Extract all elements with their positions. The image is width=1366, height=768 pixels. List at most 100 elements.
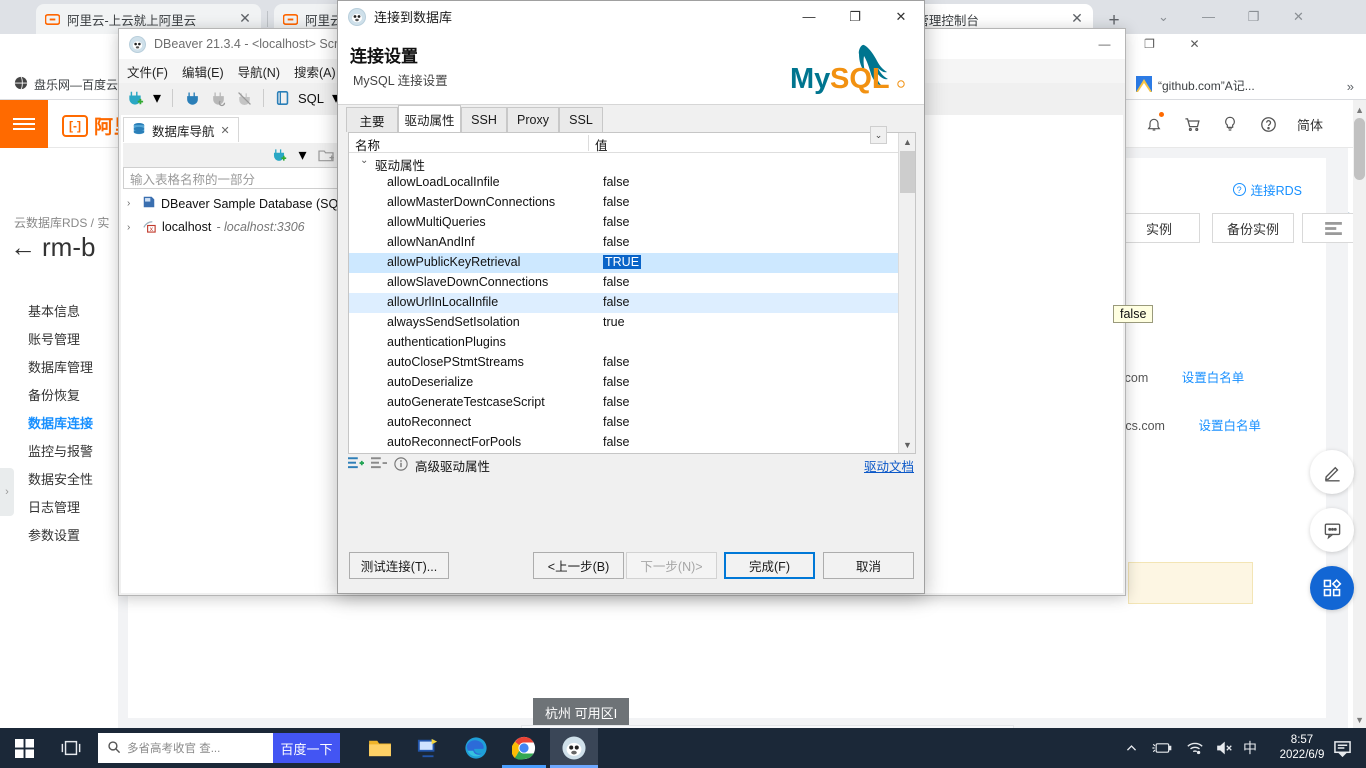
remove-property-icon[interactable] [371,456,387,474]
page-scrollbar[interactable] [1353,100,1366,728]
table-group-row[interactable]: ⌄ 驱动属性 [349,153,898,173]
maximize-icon[interactable]: ❐ [1231,0,1276,33]
battery-icon[interactable] [1152,728,1172,768]
dbeaver-icon[interactable] [550,728,598,768]
table-vertical-scrollbar[interactable]: ▲ ▼ [898,133,915,453]
maximize-icon[interactable]: ❐ [1127,29,1172,59]
page-scroll-thumb[interactable] [1354,118,1365,180]
add-property-icon[interactable] [348,456,364,474]
bell-icon[interactable] [1135,112,1173,136]
sidebar-expand-handle[interactable]: › [0,468,14,516]
tab-driver-properties[interactable]: 驱动属性 [398,105,461,133]
column-header-value[interactable]: 值 [595,135,608,154]
maximize-icon[interactable]: ❐ [832,1,878,32]
sidebar-item-log-mgmt[interactable]: 日志管理 [0,492,118,520]
back-arrow-icon[interactable]: ← [10,232,36,263]
table-row[interactable]: allowNanAndInf false [349,233,898,253]
feedback-pencil-fab[interactable] [1310,450,1354,494]
sidebar-item-account-mgmt[interactable]: 账号管理 [0,324,118,352]
value-dropdown-button[interactable]: ⌄ [870,126,887,144]
property-value[interactable]: false [603,175,629,189]
table-row[interactable]: autoGenerateTestcaseScript false [349,393,898,413]
property-value[interactable]: false [603,395,629,409]
instance-button[interactable]: 实例 [1118,213,1200,243]
scroll-down-arrow-icon[interactable]: ▼ [899,436,916,453]
menu-navigate[interactable]: 导航(N) [238,62,280,81]
sidebar-item-monitor-alert[interactable]: 监控与报警 [0,436,118,464]
connect-icon[interactable] [181,87,203,109]
tab-main[interactable]: 主要 [346,107,398,132]
bookmarks-overflow-icon[interactable]: » [1347,79,1354,94]
menu-file[interactable]: 文件(F) [127,62,168,81]
tab-proxy[interactable]: Proxy [507,107,559,132]
table-row[interactable]: allowMultiQueries false [349,213,898,233]
sidebar-item-database-mgmt[interactable]: 数据库管理 [0,352,118,380]
close-icon[interactable]: ✕ [1172,29,1217,59]
table-row[interactable]: allowSlaveDownConnections false [349,273,898,293]
bookmark-item-1[interactable]: “github.com”A记... [1136,76,1255,95]
close-icon[interactable]: ✕ [221,124,230,137]
chevron-right-icon[interactable]: › [127,222,137,233]
sidebar-item-param-settings[interactable]: 参数设置 [0,520,118,548]
property-value[interactable]: false [603,235,629,249]
chevron-down-icon[interactable]: ⌄ [360,155,368,166]
cart-icon[interactable] [1173,112,1211,136]
tree-item-sample-database[interactable]: › DBeaver Sample Database (SQ [127,195,338,212]
chevron-down-icon[interactable]: ▾ [296,144,309,166]
property-value[interactable]: false [603,375,629,389]
tab-ssh[interactable]: SSH [461,107,507,132]
notification-icon[interactable] [1322,728,1362,768]
table-row[interactable]: alwaysSendSetIsolation true [349,313,898,333]
menu-search[interactable]: 搜索(A) [294,62,336,81]
edge-icon[interactable] [454,728,498,768]
close-icon[interactable]: ✕ [878,1,924,32]
property-value[interactable]: false [603,355,629,369]
table-scroll-thumb[interactable] [900,151,915,193]
sql-editor-icon[interactable] [272,87,294,109]
back-button[interactable]: <上一步(B) [533,552,624,579]
remote-desktop-icon[interactable] [406,728,450,768]
language-selector[interactable]: 简体 [1287,112,1333,136]
table-row[interactable]: allowLoadLocalInfile false [349,173,898,193]
set-whitelist-link[interactable]: 设置白名单 [1198,419,1261,433]
property-value[interactable]: false [603,195,629,209]
property-value[interactable]: true [603,315,625,329]
new-connection-icon[interactable] [124,87,146,109]
property-value[interactable]: false [603,415,629,429]
chevron-down-icon[interactable]: ▾ [150,87,164,109]
table-row[interactable]: autoDeserialize false [349,373,898,393]
tab-database-navigator[interactable]: 数据库导航 ✕ [123,117,239,142]
wifi-icon[interactable] [1186,728,1204,768]
minimize-icon[interactable]: — [786,1,832,32]
property-value[interactable]: false [603,295,629,309]
connect-rds-link[interactable]: ? 连接RDS [1232,180,1302,199]
tab-close-icon[interactable]: ✕ [237,11,253,27]
property-value[interactable]: false [603,215,629,229]
advanced-properties-label[interactable]: 高级驱动属性 [415,456,490,475]
explorer-icon[interactable] [358,728,402,768]
sidebar-item-database-connection[interactable]: 数据库连接 [0,408,118,436]
new-connection-icon[interactable] [268,144,290,166]
cancel-button[interactable]: 取消 [823,552,914,579]
scroll-down-arrow-icon[interactable]: ▼ [1355,715,1364,725]
tree-item-localhost[interactable]: › x localhost - localhost:3306 [127,218,305,236]
set-whitelist-link[interactable]: 设置白名单 [1182,371,1245,385]
table-row[interactable]: autoReconnect false [349,413,898,433]
scroll-up-arrow-icon[interactable]: ▲ [899,133,916,150]
baidu-search-button[interactable]: 百度一下 [273,733,340,763]
property-value[interactable]: false [603,275,629,289]
property-value[interactable]: false [603,435,629,449]
apps-fab[interactable] [1310,566,1354,610]
scroll-up-arrow-icon[interactable]: ▲ [1355,105,1364,115]
taskbar-search-input[interactable]: 多省高考收官 查... [98,733,273,763]
tray-chevron-up-icon[interactable] [1125,728,1138,768]
test-connection-button[interactable]: 测试连接(T)... [349,552,449,579]
minimize-icon[interactable]: — [1082,29,1127,59]
chevron-right-icon[interactable]: › [127,198,137,209]
property-value-editing[interactable]: TRUE [603,255,642,269]
sidebar-item-data-security[interactable]: 数据安全性 [0,464,118,492]
ime-indicator[interactable]: 中 [1243,728,1257,768]
bulb-icon[interactable] [1211,112,1249,136]
table-row[interactable]: authenticationPlugins [349,333,898,353]
tab-ssl[interactable]: SSL [559,107,603,132]
